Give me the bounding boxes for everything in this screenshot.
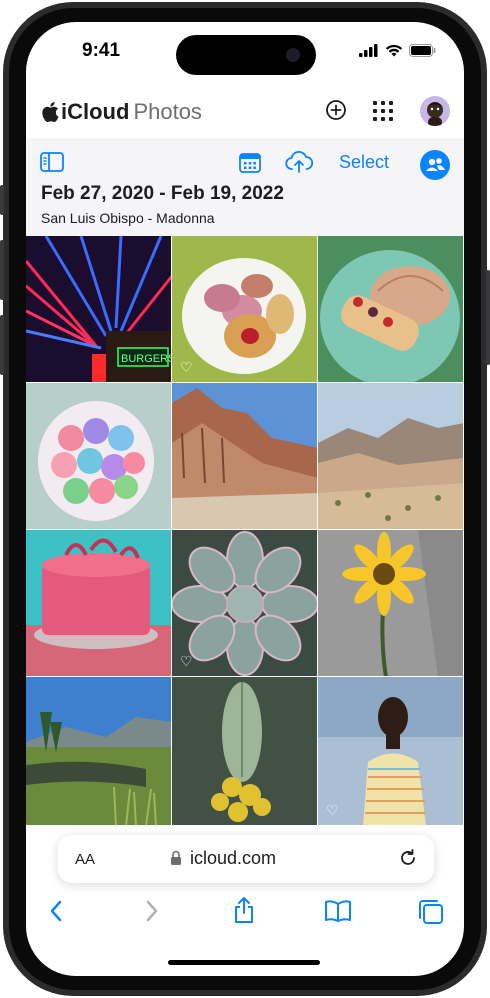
phone-screen: 9:41 iCloud Photos Select Feb 27, 2020 -… <box>26 22 464 976</box>
back-icon[interactable] <box>48 899 64 923</box>
avatar[interactable] <box>420 96 450 126</box>
photo-cake <box>26 530 171 676</box>
heart-icon: ♡ <box>180 653 193 669</box>
sidebar-icon[interactable] <box>40 152 64 172</box>
select-button[interactable]: Select <box>339 152 389 173</box>
photo-succulent <box>172 530 317 676</box>
photo-tile[interactable] <box>172 383 318 530</box>
svg-text:BURGERS: BURGERS <box>121 353 172 365</box>
photo-neon-burgers: BURGERS <box>26 236 172 382</box>
share-icon[interactable] <box>232 896 256 924</box>
side-button <box>486 270 490 365</box>
photo-macarons <box>26 383 171 529</box>
photo-conchas <box>318 236 463 382</box>
action-button <box>0 185 4 215</box>
add-icon[interactable] <box>324 98 348 122</box>
battery-icon <box>409 44 436 57</box>
date-range-title: Feb 27, 2020 - Feb 19, 2022 <box>41 183 284 204</box>
status-icons <box>359 44 436 57</box>
tabs-icon[interactable] <box>418 899 444 925</box>
lock-icon <box>171 850 181 865</box>
photo-pastries <box>172 236 317 382</box>
photo-grid: BURGERS ♡ ♡ ♡ <box>26 236 464 826</box>
people-icon <box>426 158 445 171</box>
bookmarks-icon[interactable] <box>324 899 352 923</box>
volume-up-button <box>0 240 4 300</box>
forward-icon[interactable] <box>144 899 160 923</box>
photo-tile[interactable] <box>318 383 464 530</box>
apple-logo <box>42 102 59 122</box>
apps-grid-icon[interactable] <box>372 100 394 122</box>
heart-icon: ♡ <box>326 802 339 818</box>
heart-icon: ♡ <box>180 359 193 375</box>
upload-cloud-icon[interactable] <box>285 150 313 174</box>
address-bar[interactable]: AA icloud.com <box>58 835 434 883</box>
photo-tile[interactable]: ♡ <box>172 530 318 677</box>
url-text: icloud.com <box>190 848 277 868</box>
app-name: Photos <box>133 99 202 124</box>
places-subtitle: San Luis Obispo - Madonna <box>41 210 215 226</box>
dynamic-island <box>176 35 316 75</box>
photo-tile[interactable] <box>318 530 464 677</box>
photo-tile[interactable] <box>26 677 172 826</box>
photo-tile[interactable]: ♡ <box>172 236 318 383</box>
icloud-header: iCloud Photos <box>26 90 464 136</box>
photo-tile[interactable] <box>172 677 318 826</box>
photo-yellow-flower <box>318 530 463 676</box>
photo-mountain-lake <box>26 677 171 825</box>
calendar-icon[interactable] <box>239 152 261 173</box>
photo-desert <box>318 383 463 529</box>
icloud-photos-logo[interactable]: iCloud Photos <box>42 99 202 125</box>
photo-tile[interactable] <box>26 383 172 530</box>
photo-tile[interactable] <box>318 236 464 383</box>
wifi-icon <box>385 44 403 57</box>
photo-tile[interactable]: ♡ <box>318 677 464 826</box>
text-size-button[interactable]: AA <box>75 851 95 868</box>
photo-portrait <box>318 677 463 825</box>
brand-name: iCloud <box>61 99 130 124</box>
photo-mullein <box>172 677 317 825</box>
volume-down-button <box>0 315 4 375</box>
reload-icon[interactable] <box>398 848 418 868</box>
photo-canyon <box>172 383 317 529</box>
photos-toolbar: Select Feb 27, 2020 - Feb 19, 2022 San L… <box>26 138 464 236</box>
photo-tile[interactable] <box>26 530 172 677</box>
front-camera <box>286 48 300 62</box>
cellular-signal-icon <box>359 44 378 57</box>
people-button[interactable] <box>420 150 450 180</box>
home-indicator <box>168 960 320 965</box>
status-time: 9:41 <box>82 40 121 61</box>
photo-tile[interactable]: BURGERS <box>26 236 172 383</box>
